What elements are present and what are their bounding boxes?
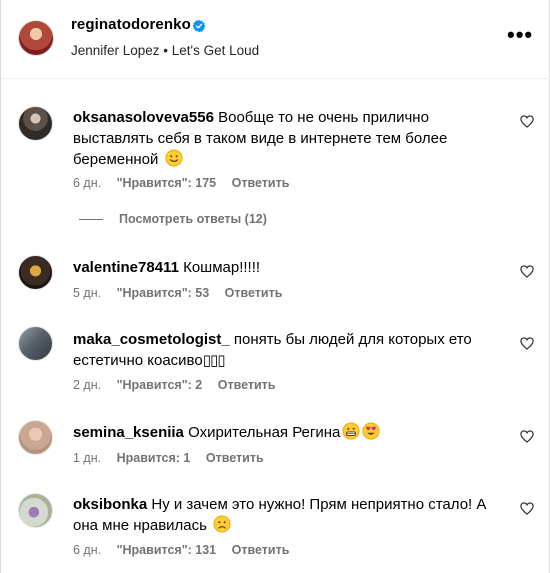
commenter-avatar[interactable] bbox=[18, 420, 53, 455]
view-replies-label: Посмотреть ответы (12) bbox=[119, 212, 267, 226]
commenter-avatar[interactable] bbox=[18, 326, 53, 361]
comment-username[interactable]: valentine78411 bbox=[73, 259, 179, 276]
post-header: reginatodorenko Jennifer Lopez • Let's G… bbox=[1, 0, 550, 79]
more-options-icon[interactable]: ••• bbox=[507, 24, 533, 46]
comment-time: 2 дн. bbox=[73, 378, 102, 392]
comment-time: 6 дн. bbox=[73, 543, 102, 557]
comment-username[interactable]: maka_cosmetologist_ bbox=[73, 331, 230, 348]
comment-time: 1 дн. bbox=[73, 451, 102, 465]
replies-divider bbox=[79, 219, 103, 221]
comment-likes[interactable]: "Нравится": 175 bbox=[117, 176, 217, 190]
comment-username[interactable]: oksibonka bbox=[73, 496, 147, 513]
comment-likes[interactable]: "Нравится": 53 bbox=[117, 286, 210, 300]
comment-meta: 6 дн. "Нравится": 175 Ответить bbox=[73, 176, 301, 190]
audio-track-link[interactable]: Jennifer Lopez • Let's Get Loud bbox=[71, 43, 259, 58]
comment-meta: 1 дн. Нравится: 1 Ответить bbox=[73, 451, 276, 465]
comment-username[interactable]: oksanasoloveva556 bbox=[73, 109, 214, 126]
reply-button[interactable]: Ответить bbox=[218, 378, 276, 392]
reply-button[interactable]: Ответить bbox=[206, 451, 264, 465]
comment-username[interactable]: semina_kseniia bbox=[73, 424, 184, 441]
verified-badge-icon bbox=[192, 19, 206, 33]
comment-likes[interactable]: "Нравится": 2 bbox=[117, 378, 203, 392]
reply-button[interactable]: Ответить bbox=[232, 176, 290, 190]
comment-text: valentine78411 Кошмар!!!!! bbox=[73, 257, 493, 278]
author-avatar[interactable] bbox=[18, 20, 54, 56]
heart-outline-icon[interactable] bbox=[520, 115, 534, 128]
heart-outline-icon[interactable] bbox=[520, 430, 534, 443]
comment-likes[interactable]: "Нравится": 131 bbox=[117, 543, 217, 557]
comment-time: 6 дн. bbox=[73, 176, 102, 190]
view-replies-button[interactable]: Посмотреть ответы (12) bbox=[79, 212, 267, 226]
comment-meta: 5 дн. "Нравится": 53 Ответить bbox=[73, 286, 294, 300]
heart-outline-icon[interactable] bbox=[520, 502, 534, 515]
heart-outline-icon[interactable] bbox=[520, 337, 534, 350]
heart-eyes-face-icon bbox=[362, 422, 380, 440]
reply-button[interactable]: Ответить bbox=[225, 286, 283, 300]
author-username[interactable]: reginatodorenko bbox=[71, 16, 191, 33]
comment-meta: 2 дн. "Нравится": 2 Ответить bbox=[73, 378, 287, 392]
commenter-avatar[interactable] bbox=[18, 106, 53, 141]
slightly-smiling-face-icon bbox=[165, 149, 183, 167]
commenter-avatar[interactable] bbox=[18, 493, 53, 528]
commenter-avatar[interactable] bbox=[18, 255, 53, 290]
comment-time: 5 дн. bbox=[73, 286, 102, 300]
grimacing-face-icon bbox=[342, 422, 360, 440]
comments-panel: reginatodorenko Jennifer Lopez • Let's G… bbox=[0, 0, 550, 573]
comment-body: Кошмар!!!!! bbox=[183, 259, 261, 276]
comment-text: semina_kseniia Охирительная Регина bbox=[73, 422, 493, 443]
comment-body: Охирительная Регина bbox=[188, 424, 341, 441]
comment-text: oksibonka Ну и зачем это нужно! Прям неп… bbox=[73, 494, 493, 536]
sad-face-icon bbox=[213, 515, 231, 533]
comment-text: oksanasoloveva556 Вообще то не очень при… bbox=[73, 107, 493, 170]
comment-likes[interactable]: Нравится: 1 bbox=[117, 451, 191, 465]
heart-outline-icon[interactable] bbox=[520, 265, 534, 278]
comment-meta: 6 дн. "Нравится": 131 Ответить bbox=[73, 543, 301, 557]
missing-glyph-boxes: ▯▯▯ bbox=[202, 352, 226, 369]
reply-button[interactable]: Ответить bbox=[232, 543, 290, 557]
comment-text: maka_cosmetologist_ понять бы людей для … bbox=[73, 329, 493, 371]
